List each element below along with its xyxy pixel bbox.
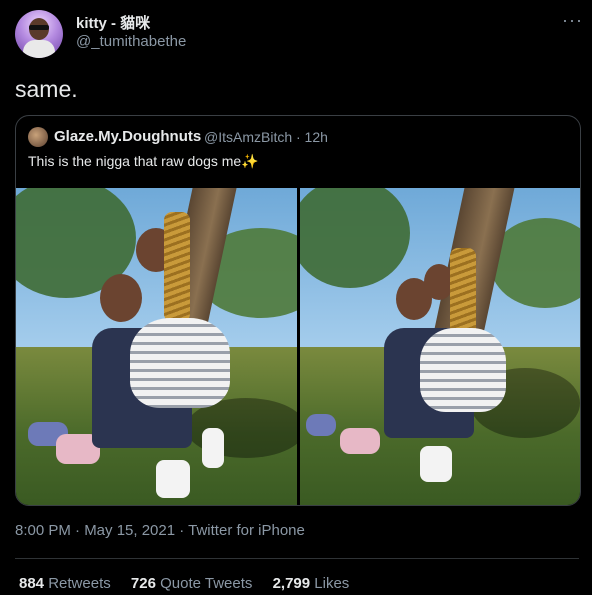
tweet-stats: 884 Retweets 726 Quote Tweets 2,799 Like… — [19, 575, 365, 592]
more-options-icon[interactable]: ··· — [562, 10, 583, 31]
avatar-sunglasses — [29, 25, 49, 30]
retweets-label: Retweets — [48, 575, 111, 592]
quoted-author-handle-time: @ItsAmzBitch · 12h — [204, 129, 328, 145]
photo-shoe — [202, 428, 224, 468]
quoted-tweet-text-row: This is the nigga that raw dogs me✨ — [28, 153, 259, 170]
quote-tweets-count: 726 — [130, 575, 156, 592]
quote-tweets-stat[interactable]: 726 Quote Tweets — [131, 575, 252, 592]
divider — [15, 558, 579, 559]
likes-label: Likes — [314, 575, 350, 592]
tweet-text: same. — [15, 76, 78, 102]
retweets-stat[interactable]: 884 Retweets — [19, 575, 111, 592]
quoted-tweet-text: This is the nigga that raw dogs me — [28, 153, 242, 169]
quoted-tweet-card[interactable]: Glaze.My.Doughnuts @ItsAmzBitch · 12h Th… — [15, 115, 581, 506]
photo-shoe — [420, 446, 452, 482]
photo-woman-dress — [420, 328, 506, 412]
likes-stat[interactable]: 2,799 Likes — [273, 575, 350, 592]
photo-clothes-pile — [340, 428, 380, 454]
author-handle[interactable]: @_tumithabethe — [76, 33, 186, 50]
photo-clothes-pile — [306, 414, 336, 436]
quoted-photo-2[interactable] — [300, 188, 580, 505]
quoted-author-avatar — [28, 127, 48, 147]
author-avatar[interactable] — [15, 10, 63, 58]
avatar-body — [23, 40, 55, 58]
tweet-timestamp[interactable]: 8:00 PM · May 15, 2021 · Twitter for iPh… — [15, 522, 305, 539]
retweets-count: 884 — [19, 575, 45, 592]
sparkles-emoji-icon: ✨ — [241, 153, 259, 169]
photo-woman-braids — [164, 212, 190, 322]
author-display-name[interactable]: kitty - 貓咪 — [76, 12, 150, 33]
quote-tweets-label: Quote Tweets — [160, 575, 253, 592]
quoted-photo-1[interactable] — [16, 188, 297, 505]
quoted-author-name: Glaze.My.Doughnuts — [54, 128, 202, 145]
photo-woman-dress — [130, 318, 230, 408]
photo-shoe — [156, 460, 190, 498]
photo-man-head — [100, 274, 142, 322]
likes-count: 2,799 — [272, 575, 311, 592]
